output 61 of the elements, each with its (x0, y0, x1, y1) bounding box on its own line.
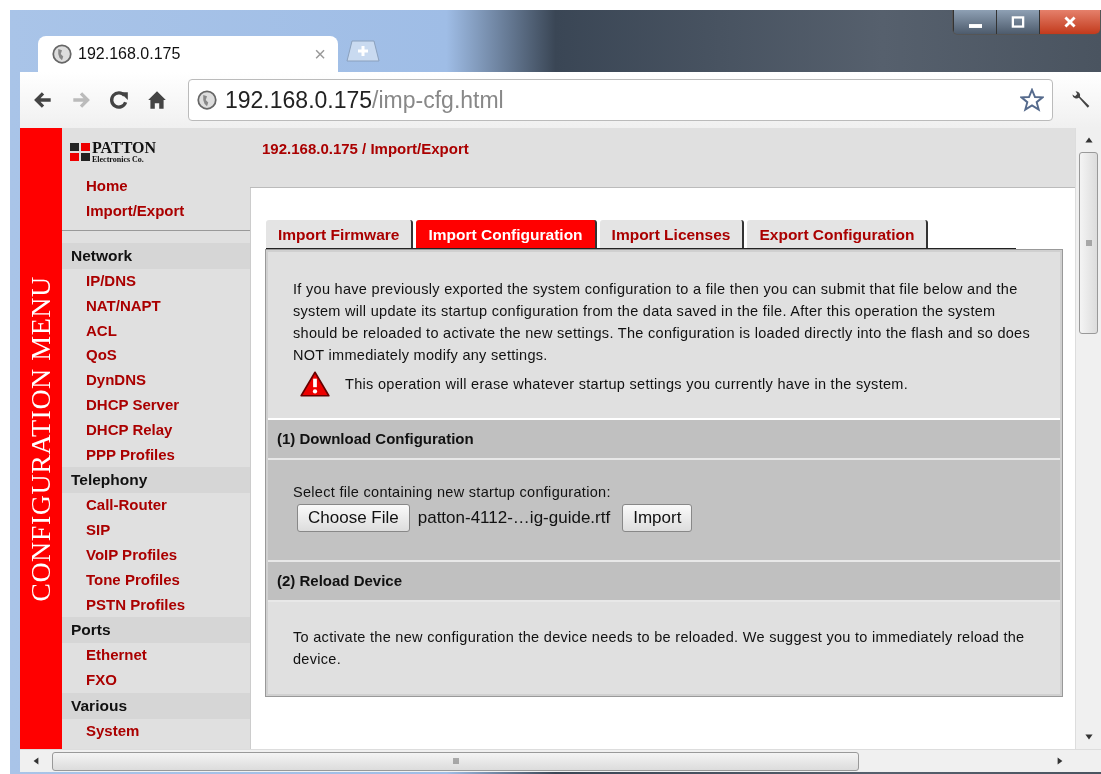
reload-paragraph: To activate the new configuration the device needs to be reloaded. We suggest you to immediately reload the device. (293, 628, 1026, 669)
warning-text: This operation will erase whatever startup settings you currently have in the system. (345, 376, 909, 392)
breadcrumb: 192.168.0.175 / Import/Export (262, 140, 469, 157)
sidebar-link[interactable]: VoIP Profiles (62, 542, 250, 568)
minimize-icon (968, 24, 982, 28)
browser-tab[interactable]: 192.168.0.175 × (38, 36, 338, 72)
section-title: (1) Download Configuration (277, 430, 474, 447)
sidebar-group-header: Network (62, 243, 250, 269)
page-tab[interactable]: Export Configuration (747, 220, 929, 248)
sidebar-link[interactable]: PPP Profiles (62, 442, 250, 468)
url-text: 192.168.0.175/imp-cfg.html (225, 86, 505, 114)
sidebar-link[interactable]: System (62, 718, 250, 744)
sidebar-link[interactable]: Home (62, 174, 250, 199)
globe-icon (52, 44, 72, 64)
page-tab[interactable]: Import Licenses (599, 220, 745, 248)
sidebar-link[interactable]: Ethernet (62, 643, 250, 669)
sidebar-link[interactable]: IP/DNS (62, 269, 250, 294)
address-bar[interactable]: 192.168.0.175/imp-cfg.html (188, 79, 1053, 121)
sidebar-link[interactable]: ACL (62, 318, 250, 344)
sidebar-group-header: Various (62, 692, 250, 719)
sidebar-link[interactable]: NAT/NAPT (62, 293, 250, 319)
page-tab[interactable]: Import Firmware (266, 220, 414, 248)
sidebar-link[interactable]: Call-Router (62, 493, 250, 519)
file-name: patton-4112-…ig-guide.rtf (417, 508, 611, 528)
star-icon[interactable] (1020, 88, 1044, 112)
choose-file-button[interactable]: Choose File (297, 504, 410, 532)
intro-paragraph: If you have previously exported the system configuration to a file then you can submit that file below and the system will update its startup configuration from the data saved in the file. After this operation the system should be reloaded to activate the new settings. The configuration is loaded directly into the flash and so does NOT immediately modify any settings. (293, 280, 1032, 365)
sidebar-link[interactable]: Tone Profiles (62, 567, 250, 593)
import-button[interactable]: Import (622, 504, 693, 532)
grip-icon (450, 756, 461, 766)
logo-name: PATTON (92, 140, 156, 156)
close-icon (1062, 16, 1078, 28)
sidebar-link[interactable]: FXO (62, 668, 250, 693)
reload-icon[interactable] (108, 89, 130, 111)
maximize-button[interactable] (996, 10, 1039, 34)
sidebar-link[interactable]: PSTN Profiles (62, 592, 250, 618)
logo-tagline: Electronics Co. (92, 156, 145, 164)
page-tab[interactable]: Import Configuration (416, 220, 597, 248)
sidebar-group-header: Telephony (62, 467, 250, 494)
sidebar-link[interactable]: DynDNS (62, 368, 250, 393)
file-label: Select file containing new startup configuration: (293, 484, 612, 500)
sidebar-link[interactable]: Import/Export (62, 199, 250, 224)
home-icon[interactable] (146, 89, 168, 111)
globe-icon (197, 90, 217, 110)
grip-icon (1083, 238, 1094, 248)
sidebar-link[interactable]: DHCP Relay (62, 417, 250, 443)
minimize-button[interactable] (953, 10, 996, 34)
tab-title: 192.168.0.175 (78, 45, 182, 63)
maximize-icon (1010, 16, 1026, 28)
close-button[interactable] (1039, 10, 1100, 34)
horizontal-scrollbar[interactable] (20, 749, 1101, 772)
close-tab-button[interactable]: × (314, 42, 326, 66)
section-title: (2) Reload Device (277, 572, 403, 589)
logo-icon (70, 143, 90, 161)
vertical-scrollbar[interactable] (1075, 128, 1101, 749)
sidebar-link[interactable]: QoS (62, 343, 250, 369)
warning-icon (299, 370, 331, 398)
sidebar-group-header: Ports (62, 617, 250, 644)
sidebar-link[interactable]: SIP (62, 518, 250, 543)
sidebar-link[interactable]: DHCP Server (62, 393, 250, 418)
side-banner: CONFIGURATION MENU (20, 128, 62, 749)
